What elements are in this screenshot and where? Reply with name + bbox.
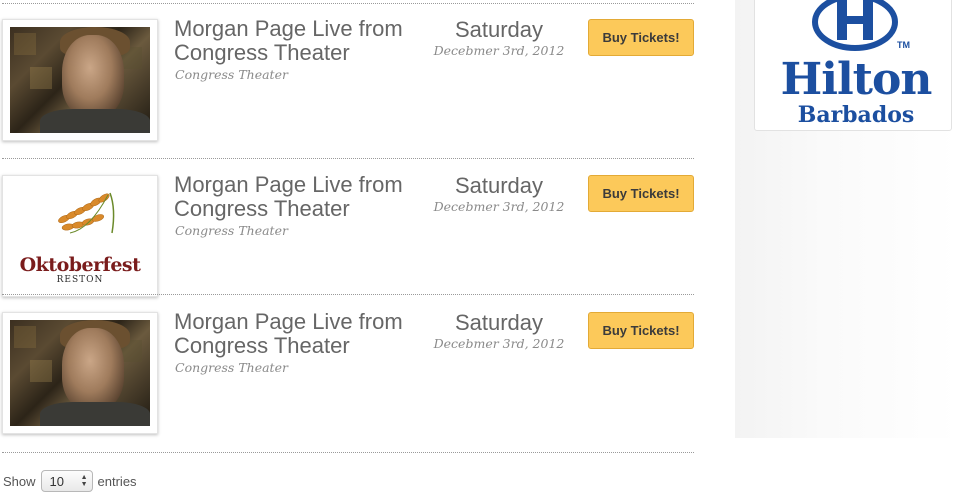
event-row: Morgan Page Live from Congress Theater C… <box>0 293 696 434</box>
event-day: Saturday <box>454 173 544 198</box>
event-day: Saturday <box>454 17 544 42</box>
buy-tickets-button[interactable]: Buy Tickets! <box>588 19 694 56</box>
select-arrows-icon: ▲ ▼ <box>80 474 88 488</box>
event-day: Saturday <box>454 310 544 335</box>
morgan-page-photo <box>10 320 150 426</box>
hilton-location: Barbados <box>797 102 915 128</box>
event-thumbnail[interactable] <box>2 312 158 434</box>
event-title[interactable]: Morgan Page Live from Congress Theater <box>174 310 424 358</box>
entries-label: entries <box>97 473 137 489</box>
show-label: Show <box>3 473 36 489</box>
event-date: Decebmer 3rd, 2012 <box>433 199 565 214</box>
event-title[interactable]: Morgan Page Live from Congress Theater <box>174 17 424 65</box>
event-venue: Congress Theater <box>175 223 288 238</box>
event-date: Decebmer 3rd, 2012 <box>433 336 565 351</box>
event-date: Decebmer 3rd, 2012 <box>433 43 565 58</box>
morgan-page-photo <box>10 27 150 133</box>
hilton-logo-icon <box>812 0 898 51</box>
trademark-label: TM <box>897 40 910 50</box>
event-row: Oktoberfest RESTON Morgan Page Live from… <box>0 156 696 297</box>
page-size-value: 10 <box>49 473 64 489</box>
event-row: Morgan Page Live from Congress Theater C… <box>0 0 696 141</box>
oktoberfest-logo: Oktoberfest RESTON <box>10 183 150 289</box>
buy-tickets-button[interactable]: Buy Tickets! <box>588 175 694 212</box>
event-thumbnail[interactable]: Oktoberfest RESTON <box>2 175 158 297</box>
event-venue: Congress Theater <box>175 360 288 375</box>
event-venue: Congress Theater <box>175 67 288 82</box>
page-size-select[interactable]: 10 ▲ ▼ <box>40 470 93 492</box>
hilton-brand: Hilton <box>780 54 933 105</box>
event-thumbnail[interactable] <box>2 19 158 141</box>
page-length-control: Show 10 ▲ ▼ entries <box>3 470 137 492</box>
divider <box>2 452 694 453</box>
buy-tickets-button[interactable]: Buy Tickets! <box>588 312 694 349</box>
oktoberfest-name: Oktoberfest <box>19 254 141 276</box>
wheat-icon <box>58 192 115 234</box>
oktoberfest-sub: RESTON <box>56 275 104 285</box>
event-title[interactable]: Morgan Page Live from Congress Theater <box>174 173 424 221</box>
